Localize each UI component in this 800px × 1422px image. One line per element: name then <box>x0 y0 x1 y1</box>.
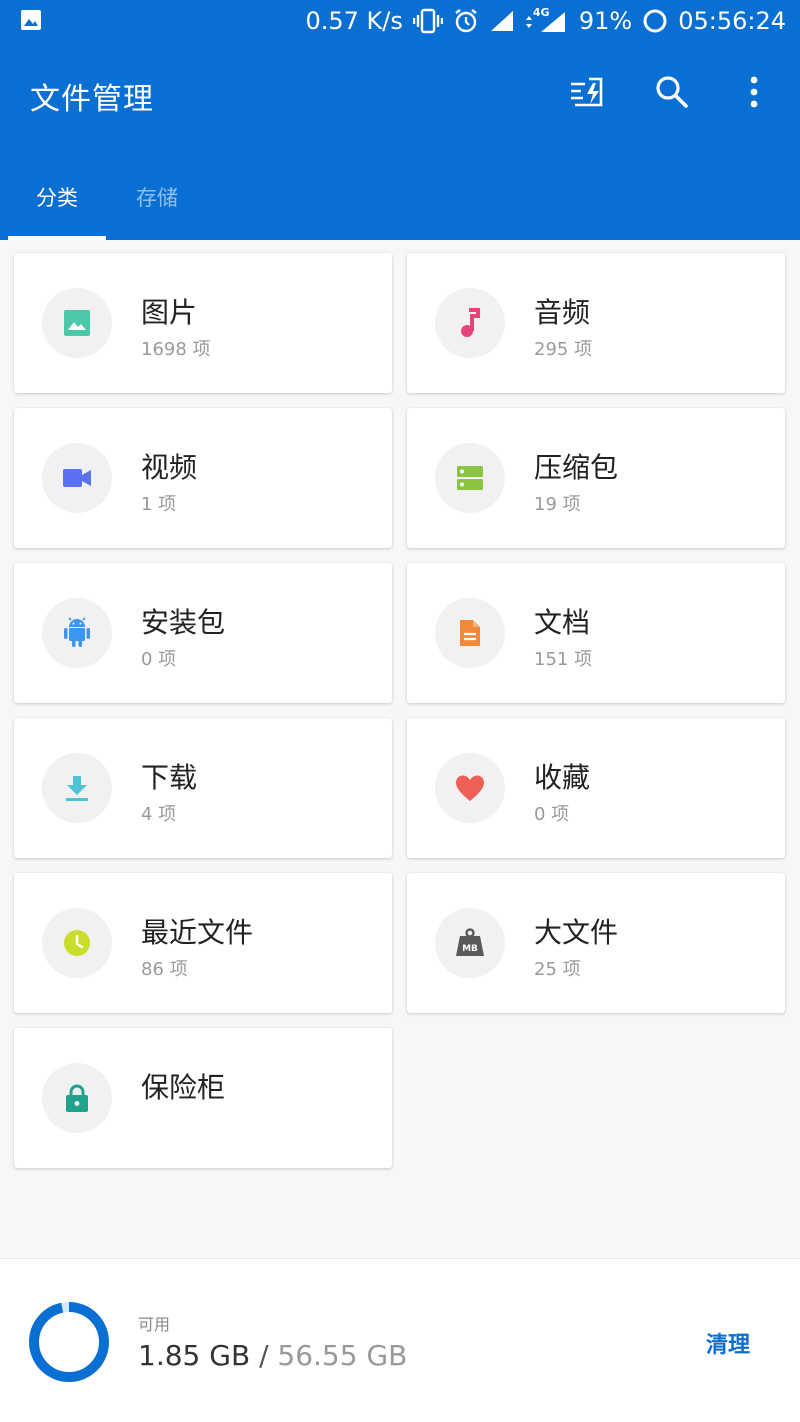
svg-text:MB: MB <box>462 944 478 954</box>
category-count: 0 项 <box>534 804 570 825</box>
icon-circle <box>42 598 112 668</box>
archive-icon <box>457 466 483 490</box>
category-count: 151 项 <box>534 649 593 670</box>
gallery-notification-icon <box>21 10 41 30</box>
icon-circle <box>435 598 505 668</box>
app-bar: 文件管理 分类 存储 <box>0 42 800 240</box>
battery-level: 91% <box>578 7 633 35</box>
category-card-audio[interactable]: 音频 295 项 <box>407 253 785 393</box>
category-count: 86 项 <box>141 959 188 980</box>
separator: / <box>259 1339 269 1372</box>
status-bar: 0.57 K/s 4G 91% 05:56:24 <box>0 0 800 42</box>
mb-weight-icon: MB <box>456 928 484 956</box>
category-card-recent[interactable]: 最近文件 86 项 <box>14 873 392 1013</box>
category-card-downloads[interactable]: 下载 4 项 <box>14 718 392 858</box>
clock-time: 05:56:24 <box>678 7 786 35</box>
icon-circle <box>42 1063 112 1133</box>
available-value: 1.85 GB / 56.55 GB <box>138 1339 407 1372</box>
video-camera-icon <box>63 469 91 487</box>
network-speed: 0.57 K/s <box>305 7 403 35</box>
category-card-archives[interactable]: 压缩包 19 项 <box>407 408 785 548</box>
available-label: 可用 <box>138 1315 171 1334</box>
storage-summary[interactable]: 可用 1.85 GB / 56.55 GB 清理 <box>0 1258 800 1422</box>
search-icon <box>656 76 688 108</box>
more-vertical-icon <box>750 76 758 108</box>
category-count: 0 项 <box>141 649 177 670</box>
category-name: 压缩包 <box>534 451 619 484</box>
heart-icon <box>456 775 484 801</box>
category-name: 音频 <box>534 296 591 329</box>
search-button[interactable] <box>652 72 692 112</box>
tab-category[interactable]: 分类 <box>8 178 106 218</box>
total-amount: 56.55 GB <box>277 1339 408 1372</box>
more-options-button[interactable] <box>734 72 774 112</box>
alarm-icon <box>455 9 477 33</box>
tab-storage[interactable]: 存储 <box>108 178 206 218</box>
image-icon <box>64 310 90 336</box>
music-note-icon <box>461 308 480 337</box>
category-count: 4 项 <box>141 804 177 825</box>
category-card-favorites[interactable]: 收藏 0 项 <box>407 718 785 858</box>
category-card-apks[interactable]: 安装包 0 项 <box>14 563 392 703</box>
tab-bar: 分类 存储 <box>0 170 800 240</box>
category-count: 25 项 <box>534 959 581 980</box>
flash-clean-icon <box>571 77 603 107</box>
available-amount: 1.85 GB <box>138 1339 251 1372</box>
category-count: 295 项 <box>534 339 593 360</box>
category-card-large-files[interactable]: MB 大文件 25 项 <box>407 873 785 1013</box>
category-name: 收藏 <box>534 761 591 794</box>
clean-button[interactable]: 清理 <box>706 1327 750 1359</box>
page-title: 文件管理 <box>30 82 154 117</box>
battery-ring-icon <box>643 9 667 33</box>
category-name: 保险柜 <box>141 1071 226 1104</box>
document-icon <box>460 620 480 646</box>
category-name: 下载 <box>141 761 198 794</box>
category-card-safe[interactable]: 保险柜 <box>14 1028 392 1168</box>
category-name: 安装包 <box>141 606 226 639</box>
storage-usage-ring <box>29 1302 109 1382</box>
category-name: 视频 <box>141 451 198 484</box>
icon-circle <box>435 443 505 513</box>
category-count: 1 项 <box>141 494 177 515</box>
icon-circle <box>42 753 112 823</box>
category-name: 图片 <box>141 296 198 329</box>
icon-circle <box>435 753 505 823</box>
icon-circle <box>42 443 112 513</box>
signal-icon <box>490 11 513 31</box>
category-name: 大文件 <box>534 916 619 949</box>
category-card-documents[interactable]: 文档 151 项 <box>407 563 785 703</box>
category-count: 19 项 <box>534 494 581 515</box>
lock-icon <box>66 1084 88 1112</box>
icon-circle <box>435 288 505 358</box>
category-card-video[interactable]: 视频 1 项 <box>14 408 392 548</box>
quick-clean-button[interactable] <box>568 72 608 112</box>
signal-4g-icon: 4G <box>525 6 569 36</box>
android-icon <box>64 617 90 647</box>
category-name: 最近文件 <box>141 916 254 949</box>
icon-circle <box>42 908 112 978</box>
category-card-images[interactable]: 图片 1698 项 <box>14 253 392 393</box>
category-count: 1698 项 <box>141 339 211 360</box>
clock-icon <box>64 930 90 956</box>
vibrate-icon <box>412 8 443 34</box>
icon-circle <box>42 288 112 358</box>
tab-indicator <box>8 236 106 240</box>
download-icon <box>66 776 88 801</box>
category-name: 文档 <box>534 606 591 639</box>
icon-circle: MB <box>435 908 505 978</box>
